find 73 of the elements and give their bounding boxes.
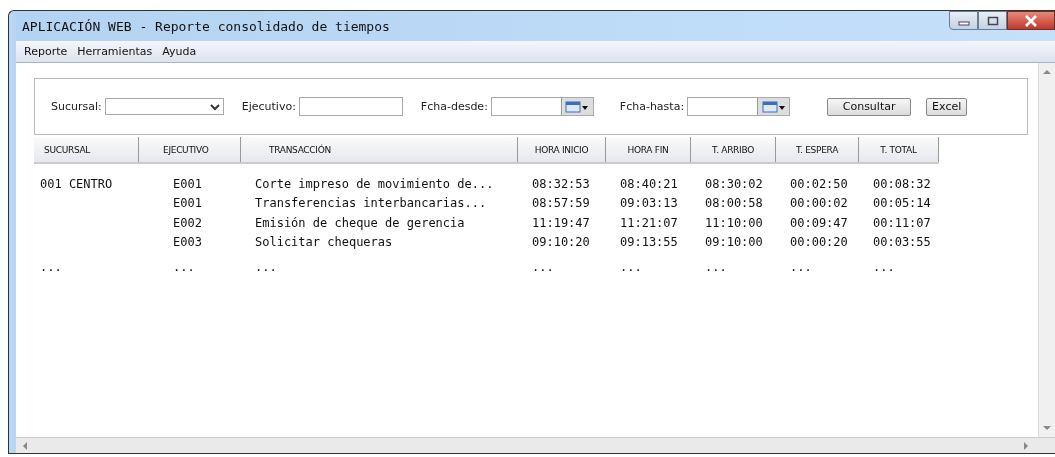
table-cell: ... [620,259,642,274]
branch-dropdown[interactable] [104,98,224,115]
table-cell: 00:00:20 [790,235,848,250]
scroll-right-icon [1023,441,1029,450]
table-cell: 08:00:58 [705,196,763,211]
table-cell: 00:02:50 [790,176,848,191]
table-cell: Transferencias interbancarias... [255,196,487,211]
chevron-down-icon [209,103,220,111]
table-cell: 00:09:47 [790,215,848,230]
table-cell: 00:11:07 [873,215,931,230]
scroll-left-icon [22,441,28,450]
menu-item[interactable]: Herramientas [77,45,153,58]
column-header[interactable]: TRANSACCIÓN [241,137,518,162]
table-cell: ... [173,259,195,274]
table-cell: ... [255,259,277,274]
window-title: APLICACIÓN WEB - Reporte consolidado de tiempos [21,18,390,34]
close-icon [1024,14,1038,27]
column-header[interactable]: HORA FIN [606,137,691,162]
table-cell: 00:00:02 [790,196,848,211]
export-button[interactable]: Excel [926,97,968,116]
menu-item[interactable]: Ayuda [162,45,197,58]
table-cell: 00:03:55 [873,235,931,250]
table-cell: E001 [173,176,202,191]
table-cell: 09:10:00 [705,235,763,250]
calendar-icon [565,100,590,113]
table-cell: 08:57:59 [532,196,590,211]
table-cell: E002 [173,215,202,230]
table-cell: 11:10:00 [705,215,763,230]
column-header[interactable]: T. ARRIBO [691,137,776,162]
table-cell: Emisión de cheque de gerencia [255,215,465,230]
table-cell: 08:40:21 [620,176,678,191]
date-field[interactable] [687,97,791,116]
maximize-icon [986,15,999,26]
table-cell: ... [40,259,62,274]
field-label: Ejecutivo: [241,100,296,113]
table-cell: 00:05:14 [873,196,931,211]
table-cell: ... [873,259,895,274]
table-cell: 11:21:07 [620,215,678,230]
field-label: Sucursal: [51,100,102,113]
table-cell: 09:10:20 [532,235,590,250]
horizontal-scrollbar[interactable] [16,437,1055,453]
column-header[interactable]: EJECUTIVO [139,137,241,162]
minimize-button[interactable] [949,11,978,30]
table-cell: 11:19:47 [532,215,590,230]
column-header[interactable]: HORA INICIO [518,137,606,162]
table-cell: 001 CENTRO [40,176,113,191]
table-cell: 08:30:02 [705,176,763,191]
vertical-scrollbar[interactable] [1038,63,1055,437]
table-cell: 00:08:32 [873,176,931,191]
table-cell: ... [532,259,554,274]
table-cell: Solicitar chequeras [255,235,393,250]
menu-item[interactable]: Reporte [24,45,68,58]
table-cell: ... [705,259,727,274]
scroll-up-icon [1043,69,1051,75]
table-cell: Corte impreso de movimiento de... [255,176,494,191]
table-cell: E001 [173,196,202,211]
column-header[interactable]: T. TOTAL [859,137,939,162]
calendar-icon [761,100,786,113]
date-field[interactable] [490,97,594,116]
table-cell: ... [790,259,812,274]
table-cell: E003 [173,235,202,250]
table-cell: 09:13:55 [620,235,678,250]
table-cell: 08:32:53 [532,176,590,191]
column-header[interactable]: SUCURSAL [34,137,139,162]
column-header[interactable]: T. ESPERA [776,137,859,162]
close-button[interactable] [1007,11,1055,30]
field-label: Fcha-hasta: [619,100,685,113]
executive-field[interactable] [298,97,403,116]
table-cell: 09:03:13 [620,196,678,211]
field-label: Fcha-desde: [420,100,488,113]
scroll-down-icon [1043,425,1051,431]
maximize-button[interactable] [978,11,1007,30]
query-button[interactable]: Consultar [827,97,912,116]
